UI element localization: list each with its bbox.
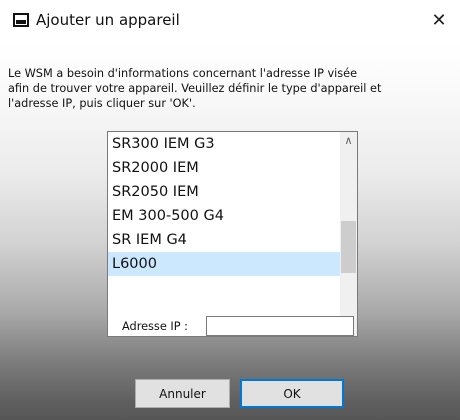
instruction-text: Le WSM a besoin d'informations concernan…	[8, 66, 460, 111]
ok-button[interactable]: OK	[240, 379, 344, 408]
device-list-items: SR300 IEM G3 SR2000 IEM SR2050 IEM EM 30…	[108, 132, 340, 336]
chevron-up-icon: ∧	[344, 134, 353, 147]
title-bar: Ajouter un appareil ✕	[0, 0, 460, 42]
close-icon: ✕	[431, 9, 447, 31]
window-title: Ajouter un appareil	[36, 11, 180, 29]
scroll-up-button[interactable]: ∧	[340, 132, 357, 149]
list-item-l6000[interactable]: L6000	[108, 252, 340, 276]
instruction-line-3: l'adresse IP, puis cliquer sur 'OK'.	[8, 97, 196, 110]
ip-address-label: Adresse IP :	[122, 320, 188, 333]
instruction-line-1: Le WSM a besoin d'informations concernan…	[8, 67, 358, 80]
list-item-sr-iem-g4[interactable]: SR IEM G4	[108, 228, 340, 252]
cancel-button[interactable]: Annuler	[135, 379, 230, 408]
list-scrollbar[interactable]: ∧ ∨	[340, 132, 357, 336]
ip-address-input[interactable]	[206, 316, 354, 336]
close-button[interactable]: ✕	[424, 6, 454, 34]
list-item-sr300-iem-g3[interactable]: SR300 IEM G3	[108, 132, 340, 156]
sennheiser-logo-icon	[13, 13, 29, 27]
scroll-thumb[interactable]	[341, 221, 356, 273]
add-device-dialog: Ajouter un appareil ✕ Le WSM a besoin d'…	[0, 0, 460, 420]
instruction-line-2: afin de trouver votre appareil. Veuillez…	[8, 82, 382, 95]
device-type-list[interactable]: SR300 IEM G3 SR2000 IEM SR2050 IEM EM 30…	[107, 131, 358, 337]
list-item-sr2000-iem[interactable]: SR2000 IEM	[108, 156, 340, 180]
dialog-content: Le WSM a besoin d'informations concernan…	[0, 42, 460, 420]
list-item-em-300-500-g4[interactable]: EM 300-500 G4	[108, 204, 340, 228]
list-item-sr2050-iem[interactable]: SR2050 IEM	[108, 180, 340, 204]
